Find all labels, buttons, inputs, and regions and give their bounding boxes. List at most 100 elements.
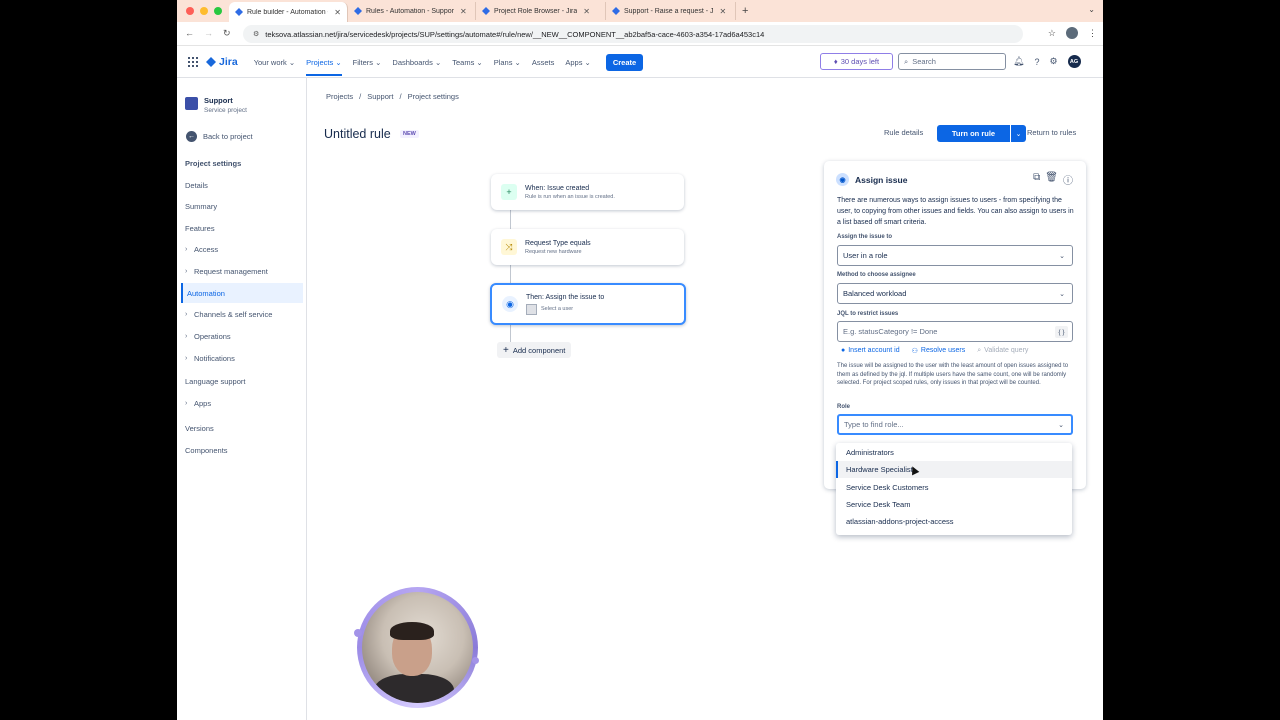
sidebar-item-operations[interactable]: › Operations	[181, 326, 303, 346]
rule-title[interactable]: Untitled rule	[324, 127, 391, 141]
users-icon: ⚇	[911, 348, 918, 355]
browser-tab-raise-request[interactable]: Support - Raise a request - J ✕	[606, 2, 736, 20]
sidebar-item-language-support[interactable]: Language support	[181, 371, 303, 391]
breadcrumb-project-settings[interactable]: Project settings	[408, 92, 459, 101]
menu-plans[interactable]: Plans ⌄	[494, 58, 521, 67]
trial-button[interactable]: ♦ 30 days left	[820, 53, 893, 70]
close-tab-icon[interactable]: ✕	[334, 8, 341, 17]
site-info-icon[interactable]: ⚙	[253, 30, 259, 38]
role-option-service-desk-team[interactable]: Service Desk Team	[836, 496, 1072, 513]
browser-tab-rule-builder[interactable]: Rule builder - Automation - S ✕	[229, 2, 348, 22]
return-to-rules-button[interactable]: Return to rules	[1027, 128, 1076, 137]
bookmark-star-icon[interactable]: ☆	[1048, 28, 1056, 39]
create-button[interactable]: Create	[605, 53, 644, 71]
help-icon[interactable]: ⓘ	[1063, 172, 1073, 187]
sidebar-item-details[interactable]: Details	[181, 175, 303, 195]
project-type: Service project	[204, 107, 247, 114]
window-controls	[177, 7, 229, 15]
rule-details-button[interactable]: Rule details	[884, 128, 923, 137]
method-label: Method to choose assignee	[837, 272, 916, 278]
sidebar-item-access[interactable]: › Access	[181, 239, 303, 259]
role-option-addons-project-access[interactable]: atlassian-addons-project-access	[836, 513, 1072, 530]
browser-tab-rules[interactable]: Rules - Automation - Suppor ✕	[348, 2, 476, 20]
turn-on-options-chevron-icon[interactable]: ⌄	[1011, 125, 1026, 142]
role-option-administrators[interactable]: Administrators	[836, 444, 1072, 461]
browser-menu-icon[interactable]: ⋮	[1088, 28, 1097, 39]
close-tab-icon[interactable]: ✕	[460, 7, 467, 16]
help-icon[interactable]: ?	[1034, 57, 1039, 67]
shuffle-icon: ⤨	[501, 239, 517, 255]
smart-value-button[interactable]: { }	[1055, 326, 1068, 338]
copy-icon[interactable]: ⧉	[1033, 172, 1040, 187]
menu-assets[interactable]: Assets	[532, 58, 555, 67]
sidebar-item-channels[interactable]: › Channels & self service	[181, 304, 303, 324]
insert-account-id-link[interactable]: ● Insert account id	[841, 347, 900, 355]
jira-logo[interactable]: Jira	[206, 56, 238, 68]
sidebar-item-features[interactable]: Features	[181, 218, 303, 238]
resolve-users-link[interactable]: ⚇ Resolve users	[912, 347, 966, 355]
role-option-service-desk-customers[interactable]: Service Desk Customers	[836, 479, 1072, 496]
delete-icon[interactable]: 🗑︎	[1045, 172, 1058, 187]
reload-icon[interactable]: ↻	[223, 28, 231, 39]
close-tab-icon[interactable]: ✕	[720, 7, 727, 16]
user-icon: ●	[841, 347, 846, 354]
balanced-workload-note: The issue will be assigned to the user w…	[837, 363, 1069, 387]
menu-teams[interactable]: Teams ⌄	[452, 58, 482, 67]
chevron-right-icon: ›	[185, 354, 188, 362]
project-name: Support	[204, 96, 233, 105]
url-field[interactable]: ⚙ teksova.atlassian.net/jira/servicedesk…	[243, 25, 1023, 43]
settings-gear-icon[interactable]: ⚙	[1049, 56, 1057, 67]
sidebar-item-automation[interactable]: Automation	[181, 283, 303, 303]
browser-profile-avatar[interactable]	[1066, 27, 1078, 39]
minimize-window-icon[interactable]	[200, 7, 208, 15]
jql-label: JQL to restrict issues	[837, 311, 899, 317]
sidebar-item-apps[interactable]: › Apps	[181, 393, 303, 413]
search-icon: ⌕	[977, 347, 982, 354]
close-tab-icon[interactable]: ✕	[583, 7, 590, 16]
maximize-window-icon[interactable]	[214, 7, 222, 15]
back-to-project-link[interactable]: ← Back to project	[186, 131, 253, 142]
role-option-hardware-specialist[interactable]: Hardware Specialist	[836, 461, 1072, 478]
action-node[interactable]: ◉ Then: Assign the issue to Select a use…	[490, 283, 686, 325]
panel-title: Assign issue	[855, 174, 908, 185]
sidebar-item-notifications[interactable]: › Notifications	[181, 348, 303, 368]
sidebar-item-summary[interactable]: Summary	[181, 196, 303, 216]
add-component-button[interactable]: + Add component	[497, 342, 572, 358]
menu-your-work[interactable]: Your work ⌄	[254, 58, 295, 67]
menu-dashboards[interactable]: Dashboards ⌄	[392, 58, 441, 67]
jql-input[interactable]: E.g. statusCategory != Done { }	[837, 321, 1073, 342]
menu-apps[interactable]: Apps ⌄	[565, 58, 590, 67]
back-arrow-icon[interactable]: ←	[185, 28, 194, 39]
app-switcher-icon[interactable]	[188, 57, 198, 67]
user-avatar[interactable]: AG	[1067, 55, 1081, 68]
tab-bar: Rule builder - Automation - S ✕ Rules - …	[177, 0, 1103, 22]
turn-on-rule-button[interactable]: Turn on rule	[937, 125, 1010, 142]
close-window-icon[interactable]	[186, 7, 194, 15]
new-tab-icon[interactable]: +	[736, 5, 754, 17]
breadcrumb-projects[interactable]: Projects	[326, 92, 353, 101]
breadcrumb-support[interactable]: Support	[367, 92, 393, 101]
sidebar-item-components[interactable]: Components	[181, 440, 303, 460]
breadcrumb: Projects / Support / Project settings	[326, 92, 459, 101]
sidebar-item-request-management[interactable]: › Request management	[181, 261, 303, 281]
project-header[interactable]: Support Service project	[185, 96, 247, 114]
assign-to-select[interactable]: User in a role ⌄	[837, 245, 1073, 266]
method-select[interactable]: Balanced workload ⌄	[837, 283, 1073, 304]
menu-projects[interactable]: Projects ⌄	[306, 58, 342, 76]
validate-query-link[interactable]: ⌕ Validate query	[977, 347, 1028, 355]
condition-node[interactable]: ⤨ Request Type equals Request new hardwa…	[491, 229, 684, 265]
chevron-right-icon: ›	[185, 332, 188, 340]
forward-arrow-icon[interactable]: →	[204, 28, 213, 39]
sidebar-item-versions[interactable]: Versions	[181, 418, 303, 438]
chevron-down-icon: ⌄	[1059, 252, 1065, 260]
role-select[interactable]: Type to find role... ⌄	[837, 414, 1073, 435]
menu-filters[interactable]: Filters ⌄	[353, 58, 382, 67]
browser-tab-role-browser[interactable]: Project Role Browser - Jira ✕	[476, 2, 606, 20]
plus-icon: +	[503, 344, 509, 356]
project-avatar	[185, 97, 198, 110]
tab-list-chevron-icon[interactable]: ⌄	[1088, 5, 1095, 14]
notifications-bell-icon[interactable]: 🔔︎	[1013, 56, 1024, 67]
jira-favicon-icon	[612, 7, 620, 15]
search-input[interactable]: ⌕ Search	[898, 53, 1006, 70]
trigger-node[interactable]: + When: Issue created Rule is run when a…	[491, 174, 684, 210]
